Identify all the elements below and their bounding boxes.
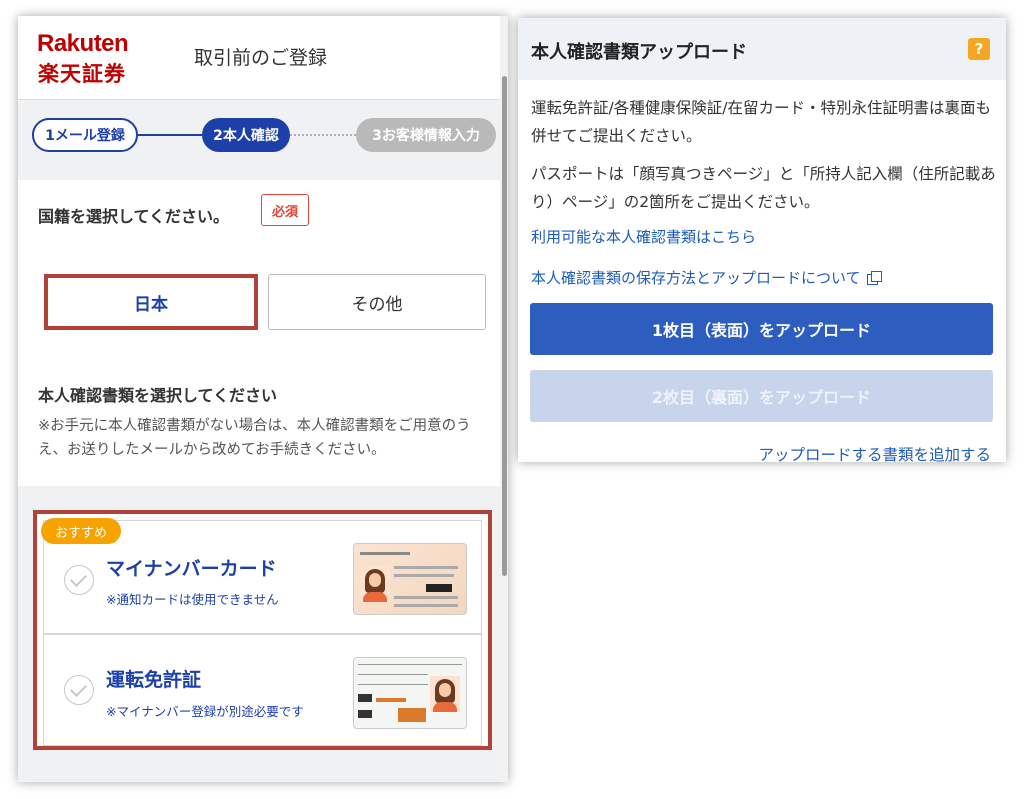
upload-panel: 本人確認書類アップロード ? 運転免許証/各種健康保険証/在留カード・特別永住証…	[518, 18, 1006, 462]
passport-note: パスポートは「顔写真つきページ」と「所持人記入欄（住所記載あり）ページ」の2箇所…	[531, 165, 996, 211]
option-title: マイナンバーカード	[106, 558, 277, 580]
external-window-icon	[866, 271, 882, 285]
drivers-license-option[interactable]: 運転免許証 ※マイナンバー登録が別途必要です	[43, 634, 482, 746]
recommended-badge: おすすめ	[41, 518, 122, 544]
option-note: ※通知カードは使用できません	[106, 592, 279, 607]
drivers-license-image	[353, 657, 467, 729]
rakuten-logo: Rakuten	[37, 30, 129, 57]
document-note: ※お手元に本人確認書類がない場合は、本人確認書類をご用意のうえ、お送りしたメール…	[38, 418, 471, 458]
portrait-photo	[360, 566, 390, 602]
option-title: 運転免許証	[106, 669, 202, 691]
upload-front-button[interactable]: 1枚目（表面）をアップロード	[530, 303, 993, 355]
upload-header: 本人確認書類アップロード ?	[518, 18, 1006, 80]
mynumber-card-option[interactable]: マイナンバーカード ※通知カードは使用できません おすすめ	[41, 518, 482, 634]
check-circle-icon	[64, 565, 94, 595]
nationality-other-button[interactable]: その他	[268, 274, 486, 330]
check-circle-icon	[64, 675, 94, 705]
scrollbar-thumb[interactable]	[502, 76, 507, 576]
step-connector-pending	[290, 134, 356, 136]
storage-upload-info-link[interactable]: 本人確認書類の保存方法とアップロードについて	[531, 267, 882, 288]
required-badge: 必須	[261, 194, 309, 226]
step-customer-info: 3お客様情報入力	[356, 118, 496, 152]
document-options: マイナンバーカード ※通知カードは使用できません おすすめ 運転免許証 ※マイナ…	[33, 510, 492, 750]
upload-back-button[interactable]: 2枚目（裏面）をアップロード	[530, 370, 993, 422]
nationality-label: 国籍を選択してください。	[38, 207, 230, 226]
back-side-note: 運転免許証/各種健康保険証/在留カード・特別永住証明書は裏面も併せてご提出くださ…	[531, 99, 991, 145]
header: Rakuten 楽天証券 取引前のご登録	[18, 16, 500, 100]
option-note: ※マイナンバー登録が別途必要です	[106, 704, 304, 719]
page-title: 取引前のご登録	[194, 47, 328, 69]
help-icon[interactable]: ?	[968, 38, 990, 60]
add-document-link[interactable]: アップロードする書類を追加する	[758, 443, 991, 462]
registration-panel: Rakuten 楽天証券 取引前のご登録 1メール登録 2本人確認 3お客様情報…	[18, 16, 508, 782]
available-documents-link[interactable]: 利用可能な本人確認書類はこちら	[531, 226, 756, 247]
rakuten-securities-logo: 楽天証券	[38, 62, 126, 86]
document-select-title: 本人確認書類を選択してください	[38, 386, 278, 405]
mynumber-card-image	[353, 543, 467, 615]
scrollbar[interactable]	[500, 16, 508, 782]
step-identity-verification: 2本人確認	[202, 118, 290, 152]
step-email-registration: 1メール登録	[32, 118, 138, 152]
nationality-japan-button[interactable]: 日本	[44, 274, 258, 330]
upload-title: 本人確認書類アップロード	[531, 42, 747, 63]
portrait-photo	[430, 676, 460, 712]
progress-steps: 1メール登録 2本人確認 3お客様情報入力	[18, 100, 500, 180]
storage-upload-info-label: 本人確認書類の保存方法とアップロードについて	[531, 269, 861, 287]
step-connector-done	[138, 134, 202, 136]
